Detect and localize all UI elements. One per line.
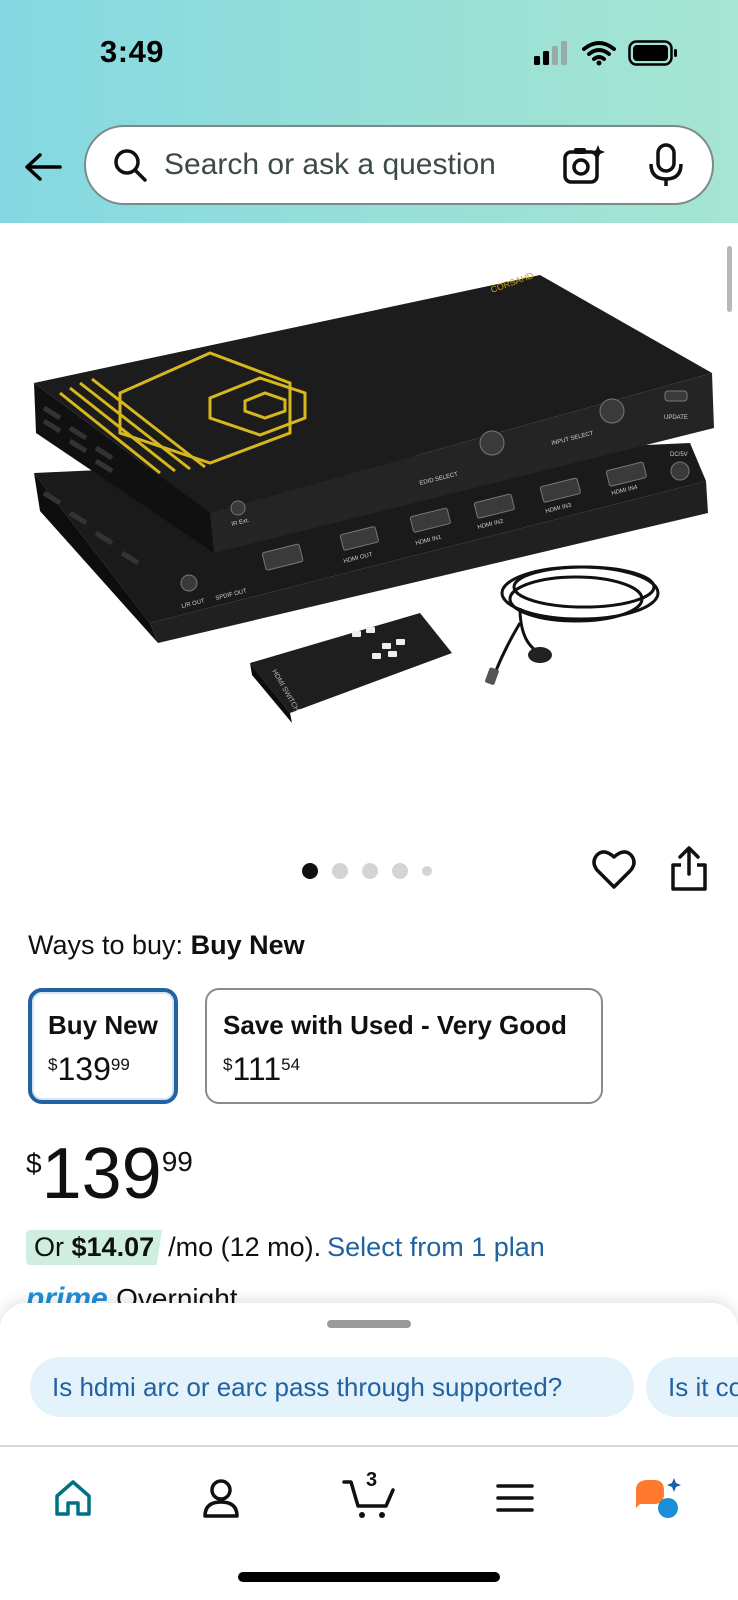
- search-bar[interactable]: Search or ask a question: [84, 125, 714, 205]
- option-price: $ 111 54: [223, 1051, 585, 1088]
- option-label: Save with Used - Very Good: [223, 1010, 567, 1040]
- delivery-text: Overnight: [116, 1283, 238, 1304]
- wifi-icon: [582, 41, 616, 66]
- installment-pill: Or $14.07: [26, 1230, 163, 1265]
- question-chip[interactable]: Is it co: [646, 1357, 738, 1417]
- ways-to-buy-selected: Buy New: [190, 930, 305, 960]
- cart-count: 3: [366, 1469, 378, 1491]
- header: 3:49 Search or ask a question: [0, 0, 738, 223]
- ways-to-buy-label: Ways to buy:: [28, 930, 184, 960]
- price-whole: 139: [41, 1134, 162, 1214]
- svg-text:DC/5V: DC/5V: [670, 452, 688, 458]
- cellular-signal-icon: [534, 41, 567, 65]
- arrow-left-icon: [25, 153, 62, 181]
- carousel-dot-4[interactable]: [392, 863, 408, 879]
- user-icon: [203, 1479, 239, 1518]
- prime-logo: prime: [26, 1282, 108, 1304]
- tab-rufus[interactable]: [634, 1473, 684, 1523]
- option-price: $ 139 99: [48, 1051, 158, 1088]
- buy-new-option[interactable]: Buy New $ 139 99: [28, 988, 178, 1104]
- used-very-good-option[interactable]: Save with Used - Very Good $ 111 54: [205, 988, 603, 1104]
- option-label: Buy New: [48, 1010, 158, 1040]
- microphone-icon[interactable]: [646, 143, 686, 187]
- search-icon: [114, 149, 147, 182]
- battery-icon: [628, 40, 677, 66]
- price-currency: $: [26, 1148, 42, 1179]
- carousel-dot-2[interactable]: [332, 863, 348, 879]
- option-currency: $: [48, 1055, 58, 1074]
- option-price-cents: 54: [281, 1055, 301, 1074]
- question-chip[interactable]: Is hdmi arc or earc pass through support…: [30, 1357, 634, 1417]
- carousel-dot-1[interactable]: [302, 863, 318, 879]
- installment-amount: $14.07: [71, 1232, 155, 1262]
- select-plan-link[interactable]: Select from 1 plan: [327, 1232, 545, 1263]
- tab-account[interactable]: [196, 1473, 246, 1523]
- back-button[interactable]: [22, 146, 64, 188]
- share-icon[interactable]: [670, 846, 708, 892]
- tab-home[interactable]: [48, 1473, 98, 1523]
- carousel-dots[interactable]: [302, 863, 432, 879]
- ways-to-buy: Ways to buy: Buy New: [28, 930, 305, 961]
- search-input[interactable]: Search or ask a question: [164, 148, 562, 182]
- carousel-dot-3[interactable]: [362, 863, 378, 879]
- tab-menu[interactable]: [490, 1473, 540, 1523]
- home-icon: [55, 1480, 91, 1516]
- suggested-questions-sheet: Is hdmi arc or earc pass through support…: [0, 1303, 738, 1445]
- installment-row: Or $14.07 /mo (12 mo). Select from 1 pla…: [26, 1230, 545, 1265]
- heart-icon[interactable]: [592, 848, 636, 890]
- option-price-cents: 99: [110, 1055, 130, 1074]
- price-cents: 99: [161, 1146, 193, 1177]
- rufus-assistant-icon: [636, 1478, 681, 1518]
- sheet-handle[interactable]: [327, 1320, 411, 1328]
- option-currency: $: [223, 1055, 233, 1074]
- delivery-row: prime Overnight: [26, 1282, 326, 1304]
- option-price-whole: 111: [232, 1051, 282, 1087]
- status-icons: [534, 40, 678, 66]
- menu-icon: [496, 1484, 534, 1512]
- scroll-indicator: [727, 246, 732, 312]
- product-price: $ 139 99: [26, 1138, 193, 1210]
- status-time: 3:49: [100, 34, 165, 69]
- installment-prefix: Or: [34, 1232, 64, 1262]
- camera-search-icon[interactable]: [562, 143, 606, 187]
- product-image[interactable]: CORSAHD HDMI IN1 HDMI IN2 HDMI IN3 HDMI …: [0, 223, 738, 823]
- option-price-whole: 139: [57, 1051, 111, 1087]
- home-indicator: [238, 1572, 500, 1582]
- installment-term: /mo (12 mo).: [168, 1232, 322, 1262]
- svg-text:UPDATE: UPDATE: [664, 415, 688, 421]
- carousel-dot-5[interactable]: [422, 866, 432, 876]
